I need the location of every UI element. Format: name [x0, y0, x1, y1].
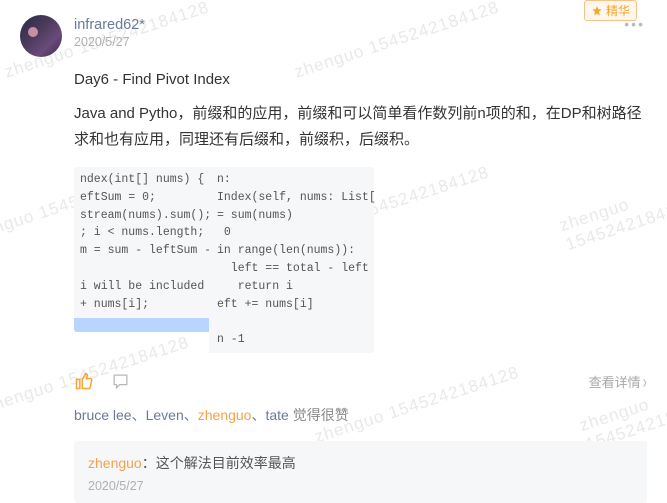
- code-left-pane: ndex(int[] nums) { eftSum = 0; stream(nu…: [74, 167, 209, 318]
- post-title: Day6 - Find Pivot Index: [74, 67, 647, 93]
- comment-date: 2020/5/27: [88, 479, 633, 493]
- thumb-up-icon: [74, 371, 94, 391]
- liker-name[interactable]: tate: [265, 407, 288, 423]
- view-details-button[interactable]: 查看详情 ›: [589, 372, 647, 391]
- comment-button[interactable]: [110, 371, 130, 391]
- likers-line: bruce lee、Leven、zhenguo、tate 觉得很赞: [74, 405, 647, 425]
- liker-name[interactable]: Leven: [146, 407, 184, 423]
- view-details-label: 查看详情: [589, 372, 641, 391]
- star-icon: [591, 5, 603, 17]
- avatar[interactable]: [20, 15, 62, 57]
- post-card: 精华 ••• infrared62* 2020/5/27 Day6 - Find…: [0, 0, 667, 503]
- comment-icon: [111, 372, 130, 391]
- likers-suffix: 觉得很赞: [293, 407, 349, 423]
- code-selection-bar: [74, 318, 209, 332]
- liker-name[interactable]: bruce lee: [74, 407, 132, 423]
- code-right-pane: n: Index(self, nums: List[int = sum(nums…: [209, 167, 374, 353]
- comment-box: zhenguo：这个解法目前效率最高 2020/5/27: [74, 441, 647, 503]
- post-description: Java and Pytho，前缀和的应用，前缀和可以简单看作数列前n项的和，在…: [74, 101, 647, 154]
- chevron-right-icon: ›: [643, 371, 647, 392]
- more-icon[interactable]: •••: [624, 16, 645, 32]
- username[interactable]: infrared62*: [74, 17, 647, 33]
- post-date: 2020/5/27: [74, 35, 647, 49]
- code-screenshot[interactable]: ndex(int[] nums) { eftSum = 0; stream(nu…: [74, 167, 374, 353]
- like-button[interactable]: [74, 371, 94, 391]
- comment-text: ：这个解法目前效率最高: [142, 455, 296, 471]
- comment-author[interactable]: zhenguo: [88, 455, 142, 471]
- liker-name[interactable]: zhenguo: [198, 407, 252, 423]
